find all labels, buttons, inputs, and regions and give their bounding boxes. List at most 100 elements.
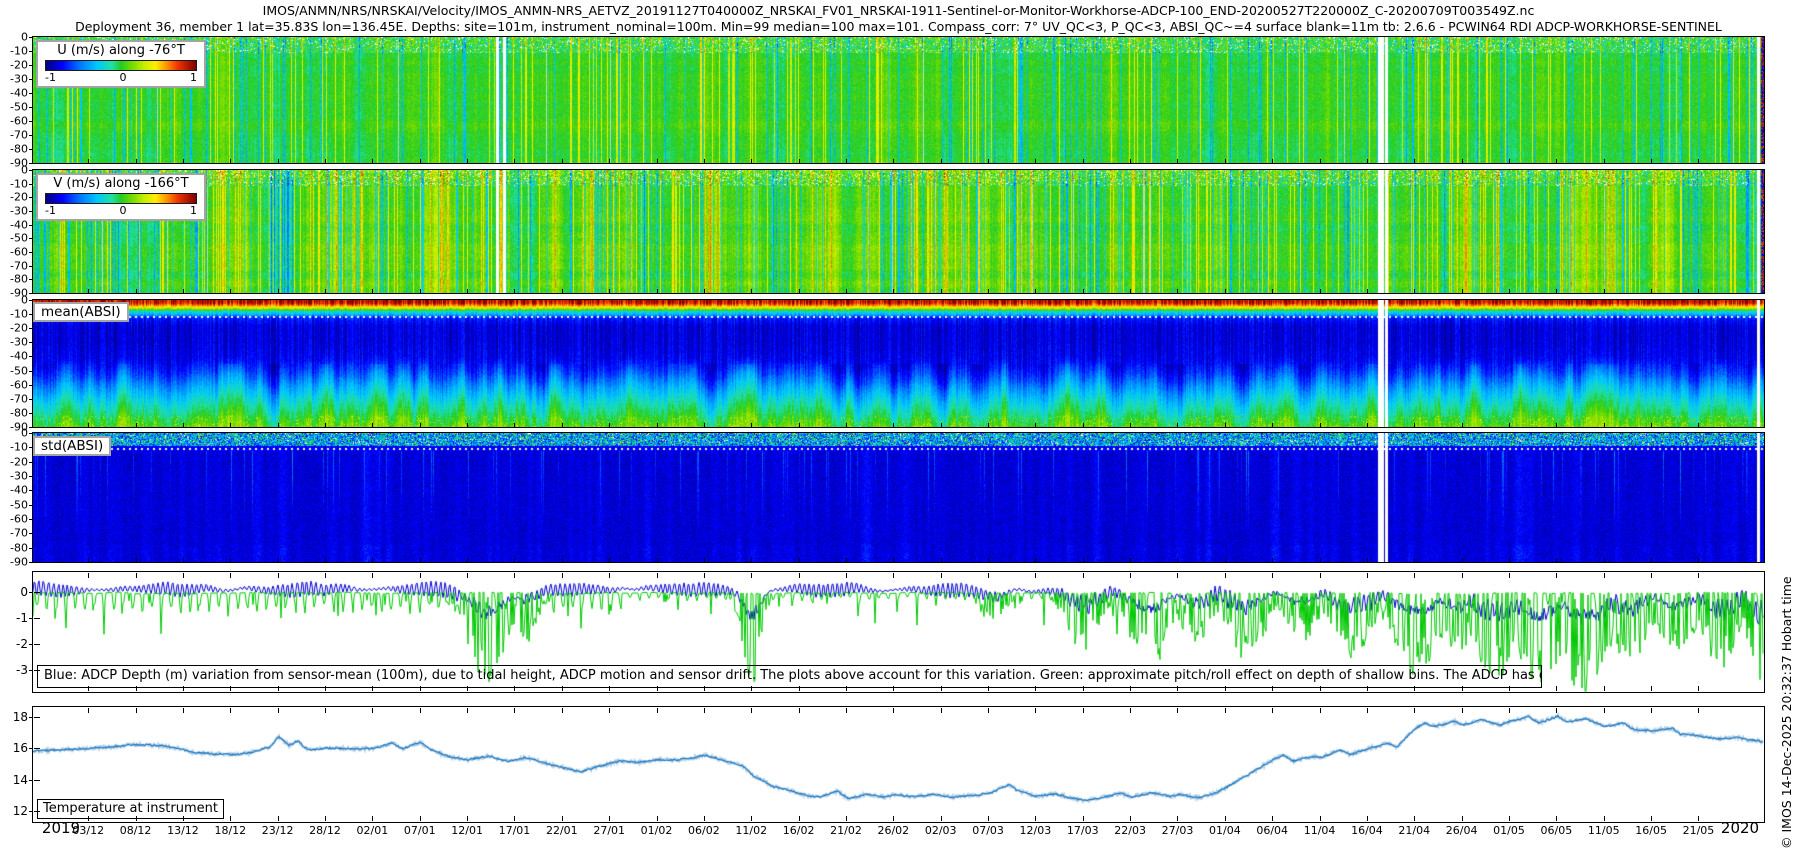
depth-tick-label: -40	[2, 87, 28, 100]
x-tick-mark	[1083, 558, 1084, 562]
x-tick-mark	[467, 289, 468, 293]
x-tick-mark	[514, 159, 515, 163]
depth-tick-label: -60	[2, 115, 28, 128]
u-colorbar-tick-max: 1	[190, 71, 197, 84]
depth-tick-label: -50	[2, 101, 28, 114]
x-tick-mark	[799, 558, 800, 562]
temperature-tick-label: 18	[2, 710, 28, 724]
x-tick-mark	[1272, 708, 1273, 713]
v-colorbar-legend: V (m/s) along -166°T -1 0 1	[36, 173, 206, 221]
x-tick-mark	[704, 423, 705, 427]
x-tick-mark	[799, 573, 800, 578]
depth-tick-label: 0	[2, 427, 28, 440]
y-tick-mark-in	[34, 644, 40, 645]
x-tick-mark	[1698, 289, 1699, 293]
x-tick-mark	[1509, 159, 1510, 163]
y-tick-mark	[29, 300, 33, 301]
x-tick-mark	[1272, 816, 1273, 821]
x-tick-mark	[941, 573, 942, 578]
x-axis-date-label: 12/03	[1020, 824, 1052, 837]
depth-tick-label: -20	[2, 191, 28, 204]
x-tick-mark	[1035, 573, 1036, 578]
y-tick-mark	[29, 135, 33, 136]
temperature-line	[33, 707, 1764, 822]
x-tick-mark	[1556, 558, 1557, 562]
x-tick-mark	[136, 159, 137, 163]
x-tick-mark	[1130, 423, 1131, 427]
x-tick-mark	[799, 423, 800, 427]
y-tick-mark	[29, 293, 33, 294]
x-tick-mark	[372, 558, 373, 562]
y-tick-mark	[29, 548, 33, 549]
y-tick-mark	[29, 163, 33, 164]
x-tick-mark	[1698, 558, 1699, 562]
y-tick-mark	[29, 717, 33, 718]
x-axis-date-label: 01/02	[641, 824, 673, 837]
x-axis-date-label: 21/05	[1683, 824, 1715, 837]
depth-tick-label: -40	[2, 484, 28, 497]
x-tick-mark	[136, 289, 137, 293]
depth-tick-label: -10	[2, 45, 28, 58]
x-tick-mark	[1651, 558, 1652, 562]
x-tick-mark	[1462, 289, 1463, 293]
x-tick-mark	[1130, 573, 1131, 578]
x-tick-mark	[751, 708, 752, 713]
x-axis-date-label: 23/12	[262, 824, 294, 837]
x-tick-mark	[372, 159, 373, 163]
x-axis-date-label: 21/02	[830, 824, 862, 837]
temperature-tick-label: 16	[2, 741, 28, 755]
x-tick-mark	[562, 816, 563, 821]
figure-subtitle: Deployment 36, member 1 lat=35.83S lon=1…	[33, 19, 1764, 34]
x-tick-mark	[136, 708, 137, 713]
depth-variation-annotation: Blue: ADCP Depth (m) variation from sens…	[37, 665, 1542, 688]
x-tick-mark	[1083, 573, 1084, 578]
x-tick-mark	[467, 423, 468, 427]
x-axis-date-label: 22/01	[546, 824, 578, 837]
x-tick-mark	[609, 159, 610, 163]
x-tick-mark	[657, 573, 658, 578]
x-tick-mark	[893, 708, 894, 713]
x-tick-mark	[230, 289, 231, 293]
y-tick-mark	[29, 356, 33, 357]
x-tick-mark	[230, 708, 231, 713]
figure-title: IMOS/ANMN/NRS/NRSKAI/Velocity/IMOS_ANMN-…	[33, 3, 1764, 18]
depth-tick-label: -30	[2, 205, 28, 218]
depth-tick-label: -30	[2, 336, 28, 349]
x-tick-mark	[325, 573, 326, 578]
depth-tick-label: -70	[2, 527, 28, 540]
x-tick-mark	[1414, 159, 1415, 163]
v-colorbar-tick-min: -1	[45, 204, 56, 217]
x-tick-mark	[846, 423, 847, 427]
x-tick-mark	[893, 289, 894, 293]
x-axis-date-label: 18/12	[214, 824, 246, 837]
x-tick-mark	[1556, 289, 1557, 293]
x-tick-mark	[1509, 558, 1510, 562]
panel-u-velocity: U (m/s) along -76°T -1 0 1	[32, 36, 1765, 164]
x-tick-mark	[657, 423, 658, 427]
x-tick-mark	[1367, 708, 1368, 713]
x-tick-mark	[1556, 708, 1557, 713]
y-tick-mark	[29, 618, 33, 619]
x-axis-date-label: 16/04	[1351, 824, 1383, 837]
y-tick-mark	[29, 592, 33, 593]
x-tick-mark	[372, 423, 373, 427]
y-tick-mark	[29, 197, 33, 198]
u-colorbar-ticks: -1 0 1	[45, 71, 197, 84]
x-tick-mark	[372, 708, 373, 713]
x-tick-mark	[1225, 423, 1226, 427]
x-axis-date-label: 11/02	[735, 824, 767, 837]
x-tick-mark	[1604, 708, 1605, 713]
y-tick-mark	[29, 371, 33, 372]
x-tick-mark	[1320, 423, 1321, 427]
x-tick-mark	[988, 289, 989, 293]
x-tick-mark	[1272, 289, 1273, 293]
x-tick-mark	[136, 573, 137, 578]
x-tick-mark	[893, 423, 894, 427]
x-tick-mark	[562, 423, 563, 427]
temperature-tick-label: 14	[2, 773, 28, 787]
x-tick-mark	[1130, 159, 1131, 163]
x-tick-mark	[893, 573, 894, 578]
y-tick-mark	[29, 65, 33, 66]
x-tick-mark	[1083, 708, 1084, 713]
x-tick-mark	[1225, 289, 1226, 293]
